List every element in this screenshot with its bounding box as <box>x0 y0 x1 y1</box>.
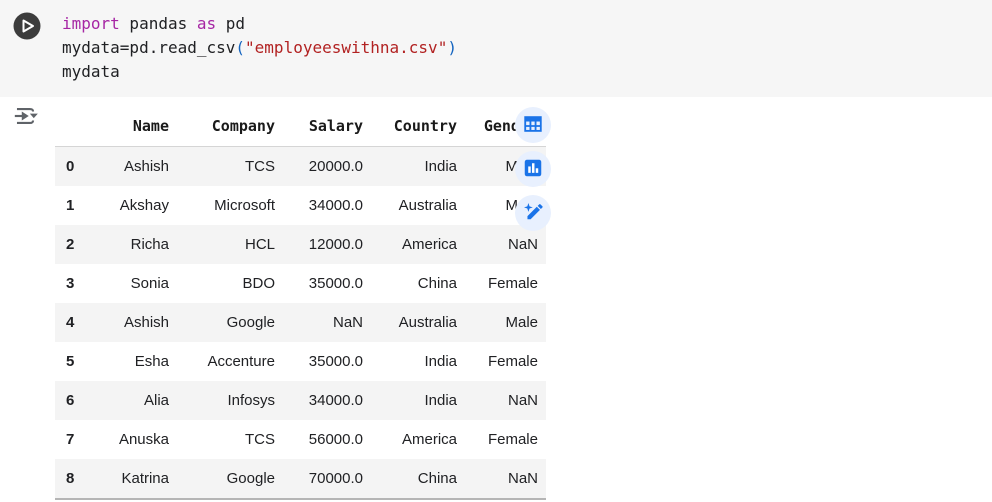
table-row: 5EshaAccenture35000.0IndiaFemale <box>55 342 546 381</box>
notebook-cell: import pandas as pdmydata=pd.read_csv("e… <box>0 0 992 502</box>
table-cell: Ashish <box>89 303 177 342</box>
table-row: 0AshishTCS20000.0IndiaMale <box>55 147 546 187</box>
dataframe-table: NameCompanySalaryCountryGender 0AshishTC… <box>55 106 546 500</box>
column-header: Name <box>89 106 177 147</box>
table-cell: NaN <box>283 303 371 342</box>
table-cell: India <box>371 147 465 187</box>
column-header: Company <box>177 106 283 147</box>
table-cell: Akshay <box>89 186 177 225</box>
magic-pencil-icon <box>522 201 544 226</box>
code-token: as <box>197 14 216 33</box>
table-row: 7AnuskaTCS56000.0AmericaFemale <box>55 420 546 459</box>
table-cell: Australia <box>371 303 465 342</box>
table-cell: 20000.0 <box>283 147 371 187</box>
table-cell: Google <box>177 303 283 342</box>
table-cell: India <box>371 342 465 381</box>
table-cell: Esha <box>89 342 177 381</box>
code-token: pd <box>216 14 245 33</box>
table-row: 6AliaInfosys34000.0IndiaNaN <box>55 381 546 420</box>
table-cell: Katrina <box>89 459 177 499</box>
table-cell: NaN <box>465 459 546 499</box>
table-cell: Male <box>465 303 546 342</box>
row-index: 8 <box>55 459 89 499</box>
row-index: 5 <box>55 342 89 381</box>
dataframe-actions <box>515 107 551 231</box>
table-cell: China <box>371 264 465 303</box>
table-row: 4AshishGoogleNaNAustraliaMale <box>55 303 546 342</box>
row-index: 7 <box>55 420 89 459</box>
table-cell: 35000.0 <box>283 264 371 303</box>
table-cell: 35000.0 <box>283 342 371 381</box>
table-cell: Alia <box>89 381 177 420</box>
table-cell: China <box>371 459 465 499</box>
table-cell: Female <box>465 264 546 303</box>
column-header: Country <box>371 106 465 147</box>
table-cell: 34000.0 <box>283 381 371 420</box>
table-cell: Ashish <box>89 147 177 187</box>
table-icon <box>522 113 544 138</box>
table-cell: 12000.0 <box>283 225 371 264</box>
table-cell: America <box>371 420 465 459</box>
table-cell: Female <box>465 342 546 381</box>
code-token: ) <box>447 38 457 57</box>
interactive-table-button[interactable] <box>515 107 551 143</box>
table-cell: NaN <box>465 381 546 420</box>
suggest-charts-button[interactable] <box>515 151 551 187</box>
table-cell: Accenture <box>177 342 283 381</box>
table-cell: TCS <box>177 420 283 459</box>
table-cell: Richa <box>89 225 177 264</box>
row-index: 2 <box>55 225 89 264</box>
table-cell: India <box>371 381 465 420</box>
table-row: 1AkshayMicrosoft34000.0AustraliaMale <box>55 186 546 225</box>
table-cell: 34000.0 <box>283 186 371 225</box>
table-cell: America <box>371 225 465 264</box>
table-cell: Google <box>177 459 283 499</box>
table-cell: Infosys <box>177 381 283 420</box>
code-line: import pandas as pd <box>62 12 457 36</box>
row-index: 3 <box>55 264 89 303</box>
code-editor[interactable]: import pandas as pdmydata=pd.read_csv("e… <box>62 12 457 84</box>
code-line: mydata <box>62 60 457 84</box>
column-header: Salary <box>283 106 371 147</box>
generate-code-button[interactable] <box>515 195 551 231</box>
bar-chart-icon <box>522 157 544 182</box>
index-column-header <box>55 106 89 147</box>
code-token: pandas <box>120 14 197 33</box>
table-cell: 56000.0 <box>283 420 371 459</box>
table-cell: Anuska <box>89 420 177 459</box>
code-token: mydata=pd.read_csv <box>62 38 235 57</box>
code-line: mydata=pd.read_csv("employeeswithna.csv"… <box>62 36 457 60</box>
table-row: 3SoniaBDO35000.0ChinaFemale <box>55 264 546 303</box>
table-cell: BDO <box>177 264 283 303</box>
code-token: "employeeswithna.csv" <box>245 38 447 57</box>
code-token: ( <box>235 38 245 57</box>
table-cell: 70000.0 <box>283 459 371 499</box>
run-cell-button[interactable] <box>12 11 42 41</box>
output-options-icon[interactable] <box>10 101 40 131</box>
table-header-row: NameCompanySalaryCountryGender <box>55 106 546 147</box>
play-icon <box>12 29 42 44</box>
code-token: import <box>62 14 120 33</box>
table-row: 2RichaHCL12000.0AmericaNaN <box>55 225 546 264</box>
row-index: 6 <box>55 381 89 420</box>
table-cell: Microsoft <box>177 186 283 225</box>
table-cell: TCS <box>177 147 283 187</box>
row-index: 1 <box>55 186 89 225</box>
table-row: 8KatrinaGoogle70000.0ChinaNaN <box>55 459 546 499</box>
table-cell: Australia <box>371 186 465 225</box>
table-cell: Female <box>465 420 546 459</box>
code-cell: import pandas as pdmydata=pd.read_csv("e… <box>0 0 992 97</box>
table-cell: Sonia <box>89 264 177 303</box>
row-index: 4 <box>55 303 89 342</box>
row-index: 0 <box>55 147 89 187</box>
code-token: mydata <box>62 62 120 81</box>
table-cell: HCL <box>177 225 283 264</box>
